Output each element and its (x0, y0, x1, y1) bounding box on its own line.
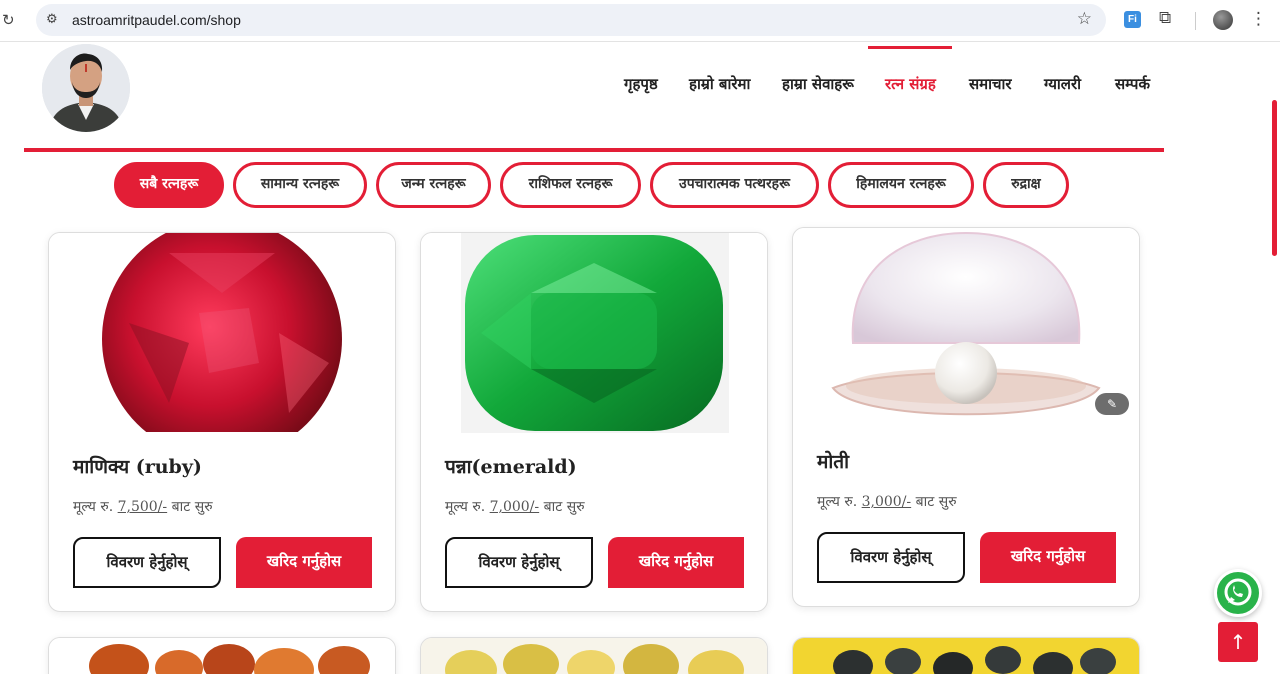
filter-birth-gems[interactable]: जन्म रत्नहरू (376, 162, 491, 208)
header-divider (24, 148, 1164, 152)
magic-wand-icon[interactable]: ✎ (1095, 393, 1129, 415)
toolbar-divider (1195, 12, 1196, 30)
product-card-ruby: माणिक्य (ruby) मूल्य रु. 7,500/- बाट सुर… (48, 232, 396, 612)
whatsapp-chat-button[interactable] (1214, 569, 1262, 617)
main-navigation: गृहपृष्ठ हाम्रो बारेमा हाम्रा सेवाहरू रत… (0, 46, 1280, 126)
price-amount: 7,000/- (489, 499, 540, 515)
price-prefix: मूल्य रु. (73, 499, 114, 515)
price-amount: 7,500/- (117, 499, 168, 515)
nav-item-gem-collection[interactable]: रत्न संग्रह (885, 74, 936, 94)
yellow-sapphire-image[interactable] (421, 638, 767, 674)
pearl-image[interactable] (793, 228, 1139, 428)
nav-item-services[interactable]: हाम्रा सेवाहरू (782, 74, 854, 94)
filter-zodiac-gems[interactable]: राशिफल रत्नहरू (500, 162, 641, 208)
nav-item-home[interactable]: गृहपृष्ठ (624, 74, 658, 94)
buy-now-button[interactable]: खरिद गर्नुहोस (980, 532, 1116, 583)
filter-rudraksha[interactable]: रुद्राक्ष (983, 162, 1069, 208)
product-card-yellow-sapphire (420, 637, 768, 674)
nav-item-contact[interactable]: सम्पर्क (1115, 74, 1150, 94)
view-details-button[interactable]: विवरण हेर्नुहोस् (817, 532, 965, 583)
product-title[interactable]: मोती (817, 448, 849, 474)
product-card-pearl: ✎ मोती मूल्य रु. 3,000/- बाट सुरु विवरण … (792, 227, 1140, 607)
bookmark-star-icon[interactable]: ☆ (1077, 9, 1092, 29)
address-bar[interactable]: ⚙ astroamritpaudel.com/shop ☆ (36, 4, 1106, 36)
product-price: मूल्य रु. 3,000/- बाट सुरु (817, 492, 957, 511)
nav-item-gallery[interactable]: ग्यालरी (1044, 74, 1081, 94)
view-details-button[interactable]: विवरण हेर्नुहोस् (445, 537, 593, 588)
product-price: मूल्य रु. 7,000/- बाट सुरु (445, 497, 585, 516)
nav-item-about[interactable]: हाम्रो बारेमा (689, 74, 750, 94)
price-amount: 3,000/- (861, 494, 912, 510)
product-card-emerald: पन्ना(emerald) मूल्य रु. 7,000/- बाट सुर… (420, 232, 768, 612)
extensions-puzzle-icon[interactable]: ⧉ (1159, 8, 1171, 28)
extension-icon[interactable]: Fi (1124, 11, 1141, 28)
product-price: मूल्य रु. 7,500/- बाट सुरु (73, 497, 213, 516)
filter-general-gems[interactable]: सामान्य रत्नहरू (233, 162, 367, 208)
profile-avatar-icon[interactable] (1213, 10, 1233, 30)
browser-toolbar: ↻ ⚙ astroamritpaudel.com/shop ☆ Fi ⧉ ⋮ (0, 0, 1280, 42)
cats-eye-image[interactable] (793, 638, 1139, 674)
product-card-cats-eye (792, 637, 1140, 674)
ruby-image[interactable] (49, 233, 395, 433)
price-suffix: बाट सुरु (543, 499, 585, 515)
browser-menu-icon[interactable]: ⋮ (1250, 9, 1267, 29)
hessonite-image[interactable] (49, 638, 395, 674)
filter-himalayan-gems[interactable]: हिमालयन रत्नहरू (828, 162, 974, 208)
buy-now-button[interactable]: खरिद गर्नुहोस (236, 537, 372, 588)
price-suffix: बाट सुरु (915, 494, 957, 510)
url-text[interactable]: astroamritpaudel.com/shop (72, 12, 241, 28)
emerald-image[interactable] (421, 233, 767, 433)
filter-all-gems[interactable]: सबै रत्नहरू (114, 162, 224, 208)
product-card-hessonite (48, 637, 396, 674)
site-info-icon[interactable]: ⚙ (46, 12, 58, 27)
whatsapp-icon (1224, 578, 1252, 606)
buy-now-button[interactable]: खरिद गर्नुहोस (608, 537, 744, 588)
reload-icon[interactable]: ↻ (2, 11, 15, 29)
price-prefix: मूल्य रु. (817, 494, 858, 510)
page-scrollbar[interactable] (1272, 100, 1277, 256)
nav-item-news[interactable]: समाचार (969, 74, 1012, 94)
price-suffix: बाट सुरु (171, 499, 213, 515)
price-prefix: मूल्य रु. (445, 499, 486, 515)
view-details-button[interactable]: विवरण हेर्नुहोस् (73, 537, 221, 588)
filter-healing-stones[interactable]: उपचारात्मक पत्थरहरू (650, 162, 819, 208)
back-to-top-button[interactable]: ↑ (1218, 622, 1258, 662)
nav-active-indicator (868, 46, 952, 49)
product-title[interactable]: माणिक्य (ruby) (73, 453, 202, 479)
product-title[interactable]: पन्ना(emerald) (445, 453, 577, 479)
